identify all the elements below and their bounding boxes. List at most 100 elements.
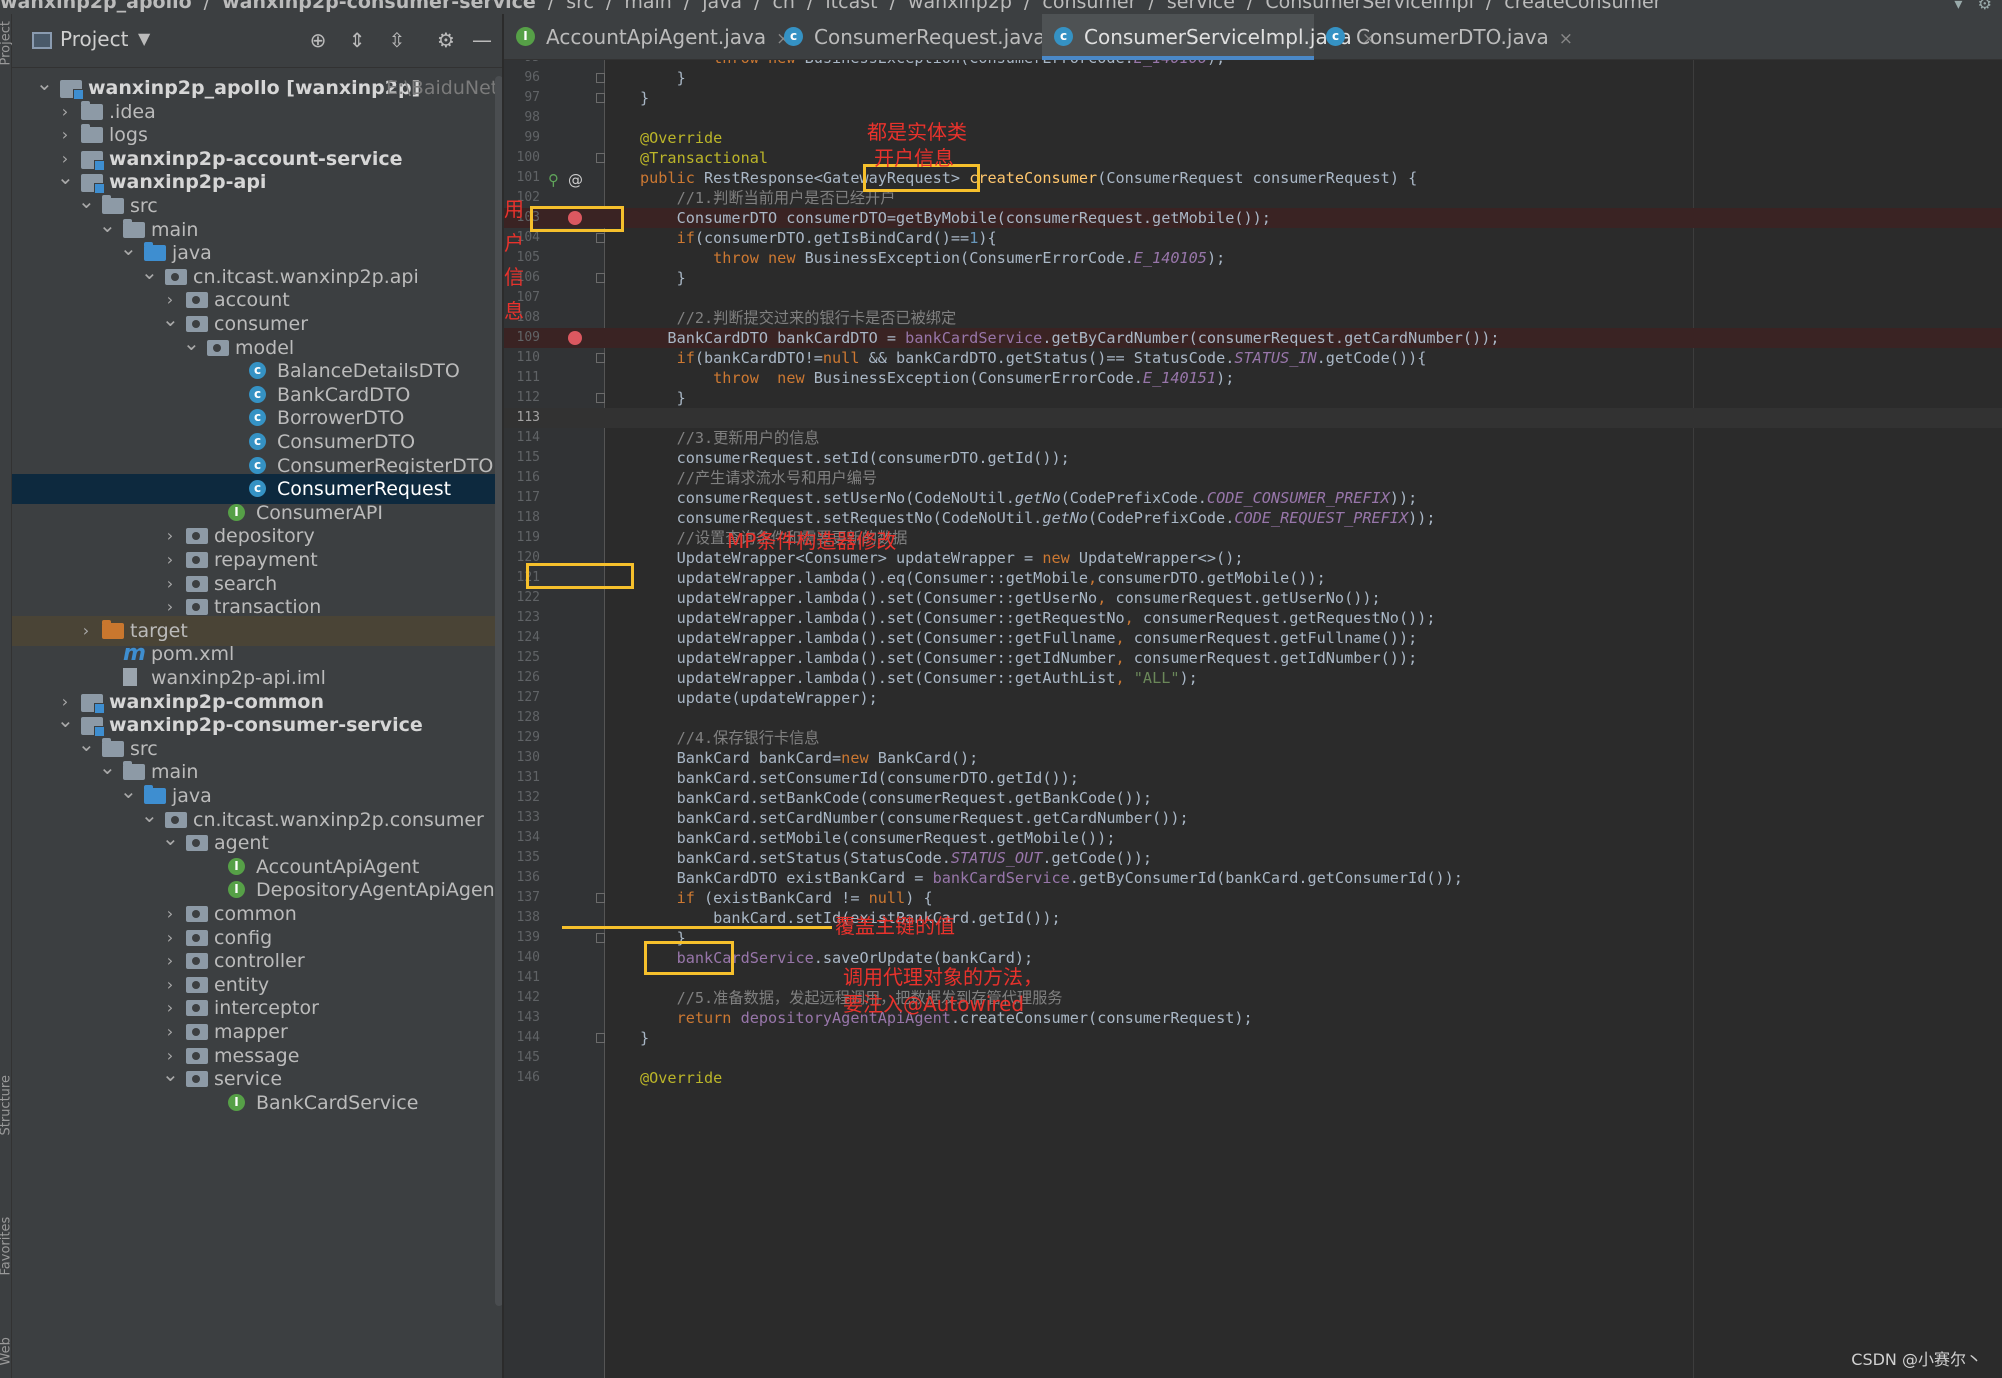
chevron-down-icon[interactable]: ⌄ [57,705,74,735]
code-line[interactable]: 132 bankCard.setBankCode(consumerRequest… [504,788,2002,808]
fold-marker-icon[interactable] [596,93,605,103]
code-line[interactable]: 116 //产生请求流水号和用户编号 [504,468,2002,488]
code-line[interactable]: 130 BankCard bankCard=new BankCard(); [504,748,2002,768]
nav-toolbar-icons[interactable]: ▾ ⚙ [1954,0,1992,13]
code-line[interactable]: 123 updateWrapper.lambda().set(Consumer:… [504,608,2002,628]
code-line[interactable]: 108 //2.判断提交过来的银行卡是否已被绑定 [504,308,2002,328]
fold-marker-icon[interactable] [596,933,605,943]
chevron-down-icon[interactable]: ⌄ [36,68,53,98]
breadcrumb-item[interactable]: ConsumerServiceImpl [1265,0,1474,13]
breadcrumb-item[interactable]: createConsumer [1504,0,1661,13]
fold-marker-icon[interactable] [596,353,605,363]
code-line[interactable]: 98 [504,108,2002,128]
editor-tab[interactable]: c ConsumerDTO.java × [1314,14,1579,60]
code-line[interactable]: 110 if(bankCardDTO!=null && bankCardDTO.… [504,348,2002,368]
editor-tab[interactable]: I AccountApiAgent.java × [504,14,790,60]
code-line[interactable]: 103 ConsumerDTO consumerDTO=getByMobile(… [504,208,2002,228]
breadcrumb-item[interactable]: wanxinp2p [908,0,1012,13]
code-line[interactable]: 115 consumerRequest.setId(consumerDTO.ge… [504,448,2002,468]
fold-marker-icon[interactable] [596,153,605,163]
code-line[interactable]: 101 ⚲ @ public RestResponse<GatewayRequest>… [504,168,2002,190]
code-line[interactable]: 97} [504,88,2002,108]
breadcrumb-item[interactable]: java [702,0,742,13]
code-line[interactable]: 121 updateWrapper.lambda().eq(Consumer::… [504,568,2002,588]
code-line[interactable]: 102 //1.判断当前用户是否已经开户 [504,188,2002,208]
code-line[interactable]: 135 bankCard.setStatus(StatusCode.STATUS… [504,848,2002,868]
chevron-down-icon[interactable]: ⌄ [99,210,116,240]
code-line[interactable]: 145 [504,1048,2002,1068]
code-line[interactable]: 144} [504,1028,2002,1048]
code-line[interactable]: 99 @Override [504,128,2002,148]
gear-icon[interactable]: ⚙ [434,28,458,52]
code-line[interactable]: 137 if (existBankCard != null) { [504,888,2002,908]
code-line[interactable]: 124 updateWrapper.lambda().set(Consumer:… [504,628,2002,648]
breadcrumb-item[interactable]: src [566,0,594,13]
chevron-down-icon[interactable]: ⌄ [57,162,74,192]
close-icon[interactable]: × [1559,29,1573,49]
chevron-down-icon[interactable]: ⌄ [183,328,200,358]
chevron-down-icon[interactable]: ⌄ [99,752,116,782]
chevron-down-icon[interactable]: ⌄ [78,186,95,216]
breadcrumb-item[interactable]: main [624,0,671,13]
chevron-down-icon[interactable]: ⌄ [162,1059,179,1089]
chevron-down-icon[interactable]: ⌄ [141,257,158,287]
fold-marker-icon[interactable] [596,893,605,903]
hide-panel-icon[interactable]: — [470,28,494,52]
fold-marker-icon[interactable] [596,273,605,283]
code-line[interactable]: 117 consumerRequest.setUserNo(CodeNoUtil… [504,488,2002,508]
code-line[interactable]: 106 } [504,268,2002,288]
fold-marker-icon[interactable] [596,73,605,83]
code-line[interactable]: 136 BankCardDTO existBankCard = bankCard… [504,868,2002,888]
code-line[interactable]: 114 //3.更新用户的信息 [504,428,2002,448]
code-line[interactable]: 142 //5.准备数据，发起远程调用，把数据发到存管代理服务 [504,988,2002,1008]
code-line[interactable]: 109 BankCardDTO bankCardDTO = bankCardSe… [504,328,2002,348]
tree-node[interactable]: I BankCardService [12,1088,502,1118]
code-editor[interactable]: 95 throw new BusinessException(ConsumerE… [504,60,2002,1378]
fold-marker-icon[interactable] [596,393,605,403]
breadcrumb-item[interactable]: itcast [825,0,877,13]
editor-tab[interactable]: c ConsumerServiceImpl.java × [1042,14,1376,60]
code-line[interactable]: 125 updateWrapper.lambda().set(Consumer:… [504,648,2002,668]
locate-file-icon[interactable]: ⊕ [306,28,330,52]
chevron-down-icon[interactable]: ⌄ [78,729,95,759]
chevron-down-icon[interactable]: ⌄ [162,304,179,334]
editor-tab[interactable]: cConsumerRequest.java× [772,14,1070,60]
code-line[interactable]: 104 if(consumerDTO.getIsBindCard()==1){ [504,228,2002,248]
chevron-down-icon[interactable]: ⌄ [162,823,179,853]
breadcrumb-item[interactable]: wanxinp2p-consumer-service [222,0,536,13]
breadcrumb-item[interactable]: consumer [1042,0,1136,13]
code-line[interactable]: 126 updateWrapper.lambda().set(Consumer:… [504,668,2002,688]
project-view-title[interactable]: Project [60,27,128,51]
breadcrumb-item[interactable]: service [1167,0,1235,13]
code-line[interactable]: 146 @Override [504,1068,2002,1088]
annotation-gutter-icon[interactable]: @ [568,170,583,190]
code-line[interactable]: 134 bankCard.setMobile(consumerRequest.g… [504,828,2002,848]
code-line[interactable]: 95 throw new BusinessException(ConsumerE… [504,60,2002,68]
code-line[interactable]: 138 bankCard.setId(existBankCard.getId()… [504,908,2002,928]
code-line[interactable]: 111 throw new BusinessException(Consumer… [504,368,2002,388]
code-line[interactable]: 127 update(updateWrapper); [504,688,2002,708]
code-line[interactable]: 96 } [504,68,2002,88]
code-line[interactable]: 100 @Transactional [504,148,2002,168]
fold-marker-icon[interactable] [596,1033,605,1043]
breadcrumb[interactable]: wanxinp2p_apollo / wanxinp2p-consumer-serv… [0,0,1662,13]
implements-method-icon[interactable]: ⚲ [548,170,559,190]
code-line[interactable]: 107 [504,288,2002,308]
code-line[interactable]: 129 //4.保存银行卡信息 [504,728,2002,748]
project-tree-scrollbar[interactable] [495,76,502,1306]
code-line[interactable]: 122 updateWrapper.lambda().set(Consumer:… [504,588,2002,608]
code-line[interactable]: 128 [504,708,2002,728]
collapse-all-icon[interactable]: ⇳ [385,28,409,52]
code-line[interactable]: 133 bankCard.setCardNumber(consumerReque… [504,808,2002,828]
expand-all-icon[interactable]: ⇕ [345,28,369,52]
code-line[interactable]: 143 return depositoryAgentApiAgent.creat… [504,1008,2002,1028]
code-line[interactable]: 131 bankCard.setConsumerId(consumerDTO.g… [504,768,2002,788]
fold-marker-icon[interactable] [596,233,605,243]
chevron-down-icon[interactable]: ⌄ [120,233,137,263]
breakpoint-icon[interactable] [568,331,582,345]
breadcrumb-item[interactable]: wanxinp2p_apollo [0,0,192,13]
code-line[interactable]: 113 [504,408,2002,428]
code-line[interactable]: 105 throw new BusinessException(Consumer… [504,248,2002,268]
chevron-down-icon[interactable]: ⌄ [120,776,137,806]
chevron-down-icon[interactable]: ⌄ [141,800,158,830]
